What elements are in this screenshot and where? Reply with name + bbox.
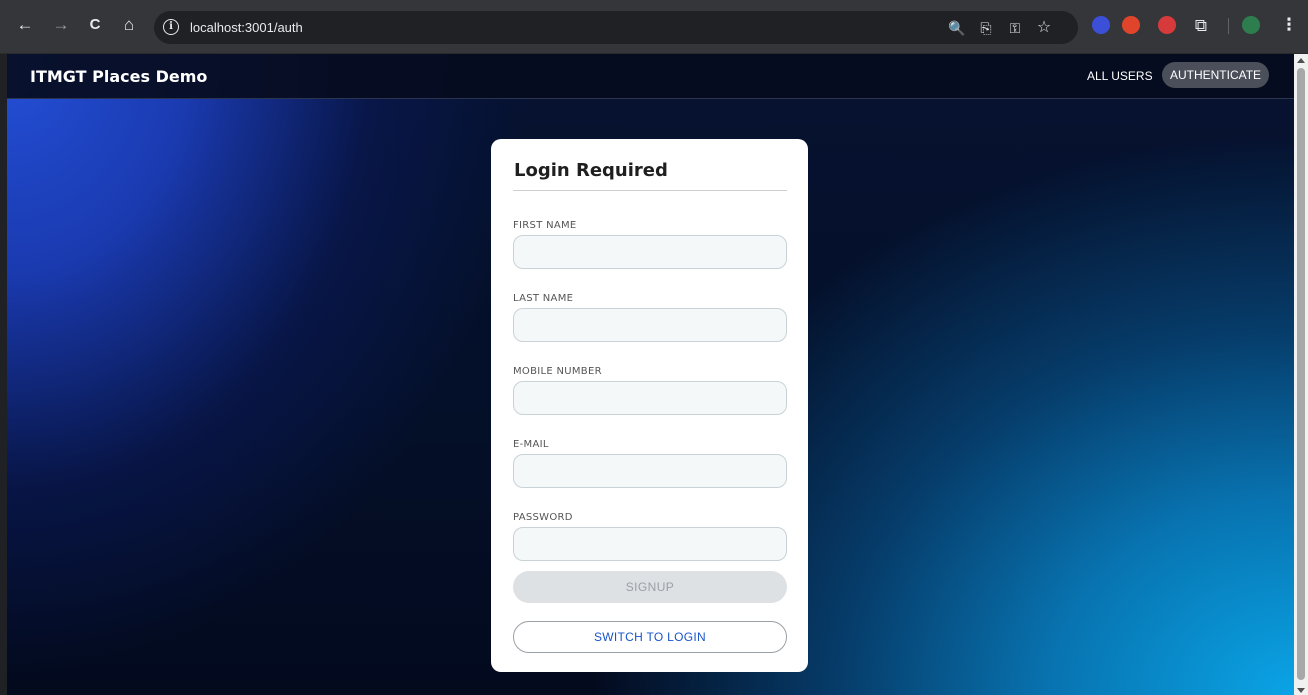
cast-icon[interactable]: ⎘: [977, 19, 995, 37]
forward-icon[interactable]: →: [50, 14, 72, 36]
password-field[interactable]: [513, 527, 787, 561]
scroll-down-icon[interactable]: [1297, 688, 1305, 693]
email-field[interactable]: [513, 454, 787, 488]
email-label: E-MAIL: [513, 439, 549, 450]
card-title: Login Required: [514, 160, 668, 181]
first-name-label: FIRST NAME: [513, 220, 577, 231]
switch-to-login-button[interactable]: SWITCH TO LOGIN: [513, 621, 787, 653]
scrollbar-thumb[interactable]: [1297, 68, 1305, 680]
address-bar[interactable]: i localhost:3001/auth 🔍 ⎘ ⚿ ☆: [154, 11, 1078, 44]
signup-button[interactable]: SIGNUP: [513, 571, 787, 603]
address-url[interactable]: localhost:3001/auth: [190, 20, 303, 35]
card-divider: [513, 190, 787, 191]
extension-record-icon[interactable]: [1158, 16, 1176, 34]
browser-toolbar: ← → C ⌂ i localhost:3001/auth 🔍 ⎘ ⚿ ☆ ⧉ …: [0, 0, 1308, 54]
page-scrollbar[interactable]: [1294, 54, 1308, 695]
zoom-icon[interactable]: 🔍: [948, 19, 966, 37]
page-viewport: ITMGT Places Demo ALL USERS AUTHENTICATE…: [7, 54, 1294, 695]
bookmark-star-icon[interactable]: ☆: [1035, 19, 1053, 37]
nav-authenticate[interactable]: AUTHENTICATE: [1162, 62, 1269, 88]
last-name-field[interactable]: [513, 308, 787, 342]
password-key-icon[interactable]: ⚿: [1006, 19, 1024, 37]
mobile-number-label: MOBILE NUMBER: [513, 366, 602, 377]
toolbar-separator: [1228, 18, 1229, 34]
auth-card: Login Required FIRST NAME LAST NAME MOBI…: [491, 139, 808, 672]
extension-shield-icon[interactable]: [1092, 16, 1110, 34]
back-icon[interactable]: ←: [14, 14, 36, 36]
last-name-label: LAST NAME: [513, 293, 574, 304]
app-header: ITMGT Places Demo ALL USERS AUTHENTICATE: [7, 54, 1294, 99]
reload-icon[interactable]: C: [84, 14, 106, 36]
home-icon[interactable]: ⌂: [118, 14, 140, 36]
mobile-number-field[interactable]: [513, 381, 787, 415]
extension-cap-icon[interactable]: [1122, 16, 1140, 34]
scroll-up-icon[interactable]: [1297, 58, 1305, 63]
password-label: PASSWORD: [513, 512, 573, 523]
profile-avatar-icon[interactable]: [1242, 16, 1260, 34]
nav-all-users[interactable]: ALL USERS: [1087, 69, 1153, 83]
first-name-field[interactable]: [513, 235, 787, 269]
browser-menu-icon[interactable]: ⋮: [1278, 14, 1300, 36]
site-info-icon[interactable]: i: [163, 19, 179, 35]
extensions-puzzle-icon[interactable]: ⧉: [1190, 15, 1212, 37]
app-title[interactable]: ITMGT Places Demo: [30, 67, 207, 86]
